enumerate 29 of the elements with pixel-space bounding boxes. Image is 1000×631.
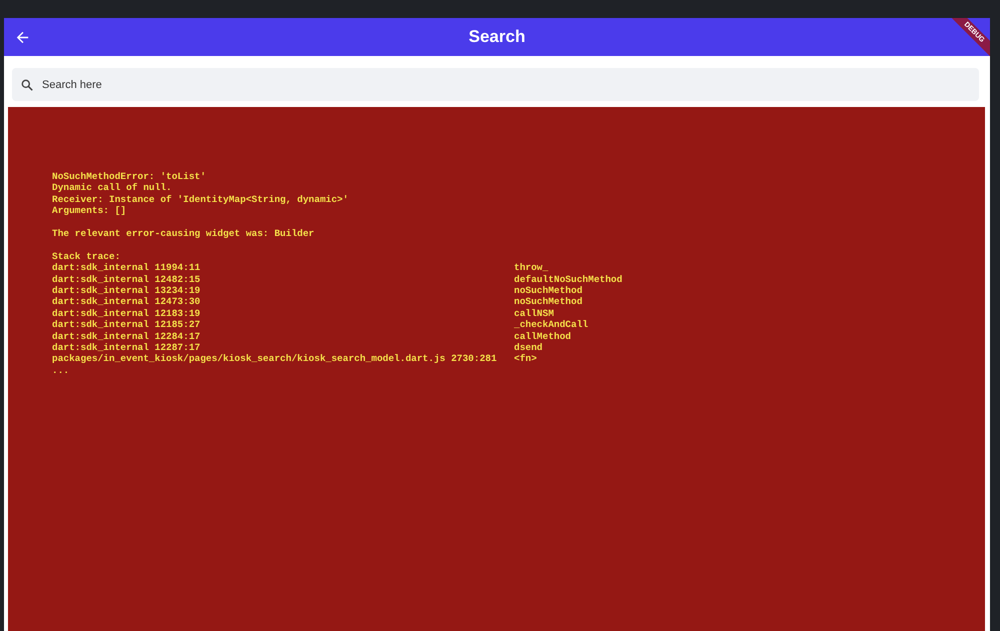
stack-function: noSuchMethod	[514, 296, 584, 308]
error-widget-line: The relevant error-causing widget was: Builder	[52, 228, 316, 240]
back-arrow-icon[interactable]	[14, 29, 31, 46]
stack-location: packages/in_event_kiosk/pages/kiosk_search/kiosk_search_model.dart.js 2730:281	[52, 353, 498, 365]
stack-trace-heading: Stack trace:	[52, 250, 122, 262]
search-field[interactable]: Search here	[12, 68, 979, 101]
stack-ellipsis: ...	[52, 364, 70, 376]
error-message-line: Dynamic call of null.	[52, 182, 173, 194]
page-title: Search	[468, 27, 526, 47]
error-message-line: Receiver: Instance of 'IdentityMap<String, dynamic>'	[52, 194, 350, 206]
stack-function: _checkAndCall	[514, 319, 590, 331]
stack-location: dart:sdk_internal 12482:15	[52, 274, 202, 286]
stack-location: dart:sdk_internal 12183:19	[52, 308, 202, 320]
stack-function: callMethod	[514, 330, 572, 342]
stack-location: dart:sdk_internal 12287:17	[52, 342, 202, 354]
stack-function: noSuchMethod	[514, 285, 584, 296]
error-message-line: NoSuchMethodError: 'toList'	[52, 171, 207, 182]
stack-location: dart:sdk_internal 13234:19	[52, 285, 202, 296]
search-icon	[20, 78, 34, 92]
stack-function: callNSM	[514, 308, 555, 320]
stack-function: defaultNoSuchMethod	[514, 274, 624, 286]
stack-location: dart:sdk_internal 12185:27	[52, 319, 202, 331]
stack-function: dsend	[514, 342, 544, 354]
stack-function: <fn>	[514, 353, 538, 365]
stack-location: dart:sdk_internal 12284:17	[52, 330, 202, 342]
stack-location: dart:sdk_internal 11994:11	[52, 262, 202, 274]
stack-function: throw_	[514, 262, 550, 274]
error-message-line: Arguments: []	[52, 205, 128, 217]
stack-location: dart:sdk_internal 12473:30	[52, 296, 202, 308]
